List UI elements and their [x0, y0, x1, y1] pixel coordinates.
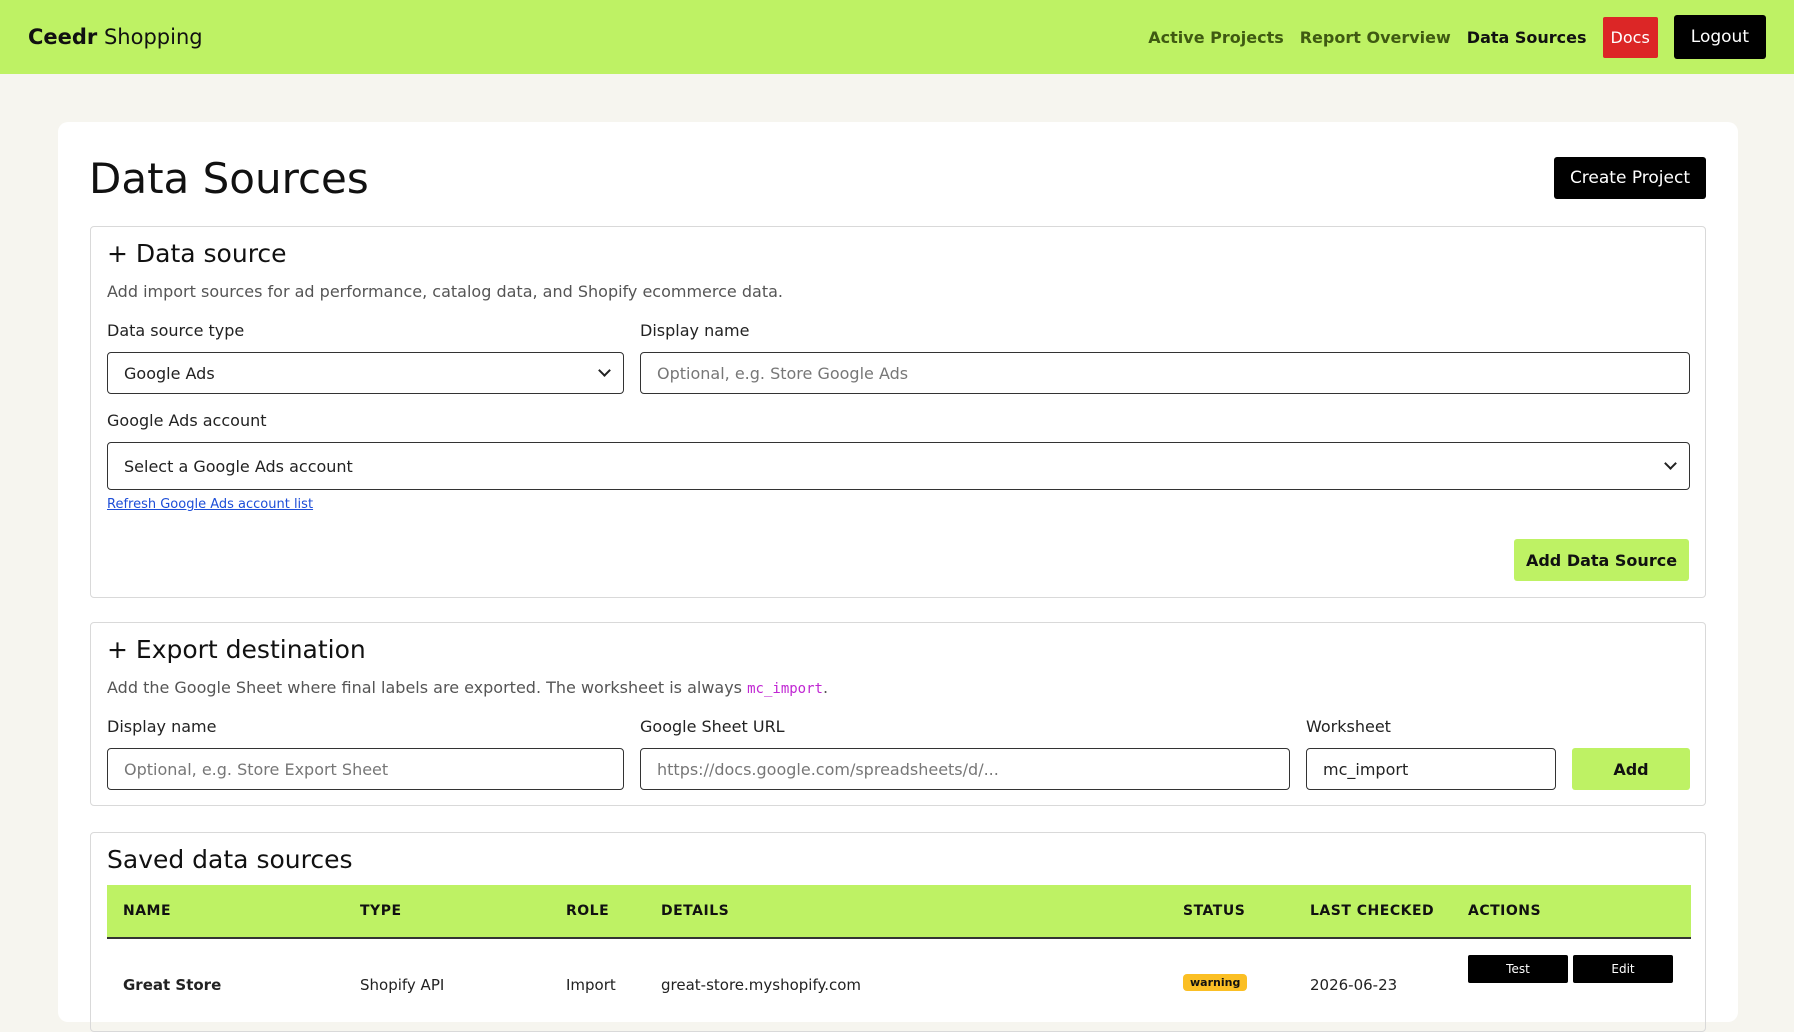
col-status: STATUS [1183, 903, 1246, 919]
saved-data-sources-panel: Saved data sources NAME TYPE ROLE DETAIL… [90, 832, 1706, 1032]
row-last-checked: 2026-06-23 [1310, 976, 1398, 994]
logout-button[interactable]: Logout [1673, 15, 1766, 59]
table-header: NAME TYPE ROLE DETAILS STATUS LAST CHECK… [107, 885, 1691, 939]
add-export-button[interactable]: Add [1572, 748, 1690, 790]
row-name: Great Store [123, 976, 222, 994]
worksheet-code: mc_import [747, 681, 823, 697]
edit-button[interactable]: Edit [1573, 955, 1673, 983]
brand-logo[interactable]: Ceedr Shopping [28, 25, 1132, 49]
top-nav-bar: Ceedr Shopping Active Projects Report Ov… [0, 0, 1794, 74]
display-name-input[interactable]: Optional, e.g. Store Google Ads [640, 352, 1690, 394]
data-source-panel-title[interactable]: + Data source [107, 239, 287, 268]
data-source-panel: + Data source Add import sources for ad … [90, 226, 1706, 598]
chevron-down-icon [598, 364, 611, 377]
test-button[interactable]: Test [1468, 955, 1568, 983]
sheet-url-input[interactable]: https://docs.google.com/spreadsheets/d/.… [640, 748, 1290, 790]
main-nav: Active Projects Report Overview Data Sou… [1132, 15, 1766, 59]
google-ads-account-label: Google Ads account [107, 411, 267, 430]
data-source-type-label: Data source type [107, 321, 245, 340]
col-actions: ACTIONS [1468, 903, 1542, 919]
add-data-source-button[interactable]: Add Data Source [1514, 539, 1689, 581]
saved-panel-title: Saved data sources [107, 845, 353, 874]
status-badge: warning [1183, 974, 1248, 991]
display-name-label: Display name [640, 321, 750, 340]
main-card: Data Sources Create Project + Data sourc… [58, 122, 1738, 1032]
sheet-url-label: Google Sheet URL [640, 717, 785, 736]
export-description: Add the Google Sheet where final labels … [107, 678, 829, 697]
col-details: DETAILS [661, 903, 730, 919]
refresh-accounts-link[interactable]: Refresh Google Ads account list [107, 497, 313, 512]
create-project-button[interactable]: Create Project [1553, 157, 1706, 199]
worksheet-input[interactable]: mc_import [1306, 748, 1556, 790]
export-destination-panel: + Export destination Add the Google Shee… [90, 622, 1706, 806]
export-display-name-label: Display name [107, 717, 217, 736]
nav-active-projects[interactable]: Active Projects [1148, 28, 1283, 47]
google-ads-account-select[interactable]: Select a Google Ads account [107, 442, 1690, 490]
data-source-description: Add import sources for ad performance, c… [107, 282, 783, 301]
page-title: Data Sources [89, 154, 369, 203]
col-last-checked: LAST CHECKED [1310, 903, 1435, 919]
col-role: ROLE [566, 903, 610, 919]
nav-report-overview[interactable]: Report Overview [1300, 28, 1451, 47]
export-panel-title[interactable]: + Export destination [107, 635, 366, 664]
export-display-name-input[interactable]: Optional, e.g. Store Export Sheet [107, 748, 624, 790]
docs-button[interactable]: Docs [1602, 16, 1658, 58]
data-source-type-select[interactable]: Google Ads [107, 352, 624, 394]
row-details: great-store.myshopify.com [661, 976, 862, 994]
worksheet-label: Worksheet [1306, 717, 1391, 736]
chevron-down-icon [1664, 457, 1677, 470]
row-type: Shopify API [360, 976, 445, 994]
nav-data-sources[interactable]: Data Sources [1467, 28, 1587, 47]
col-type: TYPE [360, 903, 402, 919]
row-role: Import [566, 976, 616, 994]
col-name: NAME [123, 903, 172, 919]
